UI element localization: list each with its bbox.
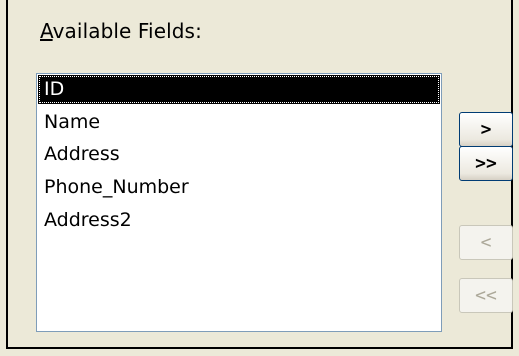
available-fields-listbox[interactable]: ID Name Address Phone_Number Address2 [36, 73, 442, 332]
available-fields-panel: Available Fields: ID Name Address Phone_… [6, 0, 513, 349]
add-field-button[interactable]: > [459, 112, 513, 147]
available-fields-label-text: vailable Fields: [52, 19, 202, 43]
remove-all-fields-button[interactable]: << [459, 278, 513, 313]
available-fields-accel-key: A [40, 19, 53, 43]
list-item-id[interactable]: ID [38, 75, 440, 104]
remove-field-button[interactable]: < [459, 225, 513, 260]
list-item-name[interactable]: Name [38, 108, 100, 137]
available-fields-label: Available Fields: [40, 19, 202, 43]
list-item-address[interactable]: Address [38, 140, 120, 169]
list-item-address2[interactable]: Address2 [38, 206, 132, 235]
add-all-fields-button[interactable]: >> [459, 146, 513, 181]
list-item-phone-number[interactable]: Phone_Number [38, 173, 189, 202]
